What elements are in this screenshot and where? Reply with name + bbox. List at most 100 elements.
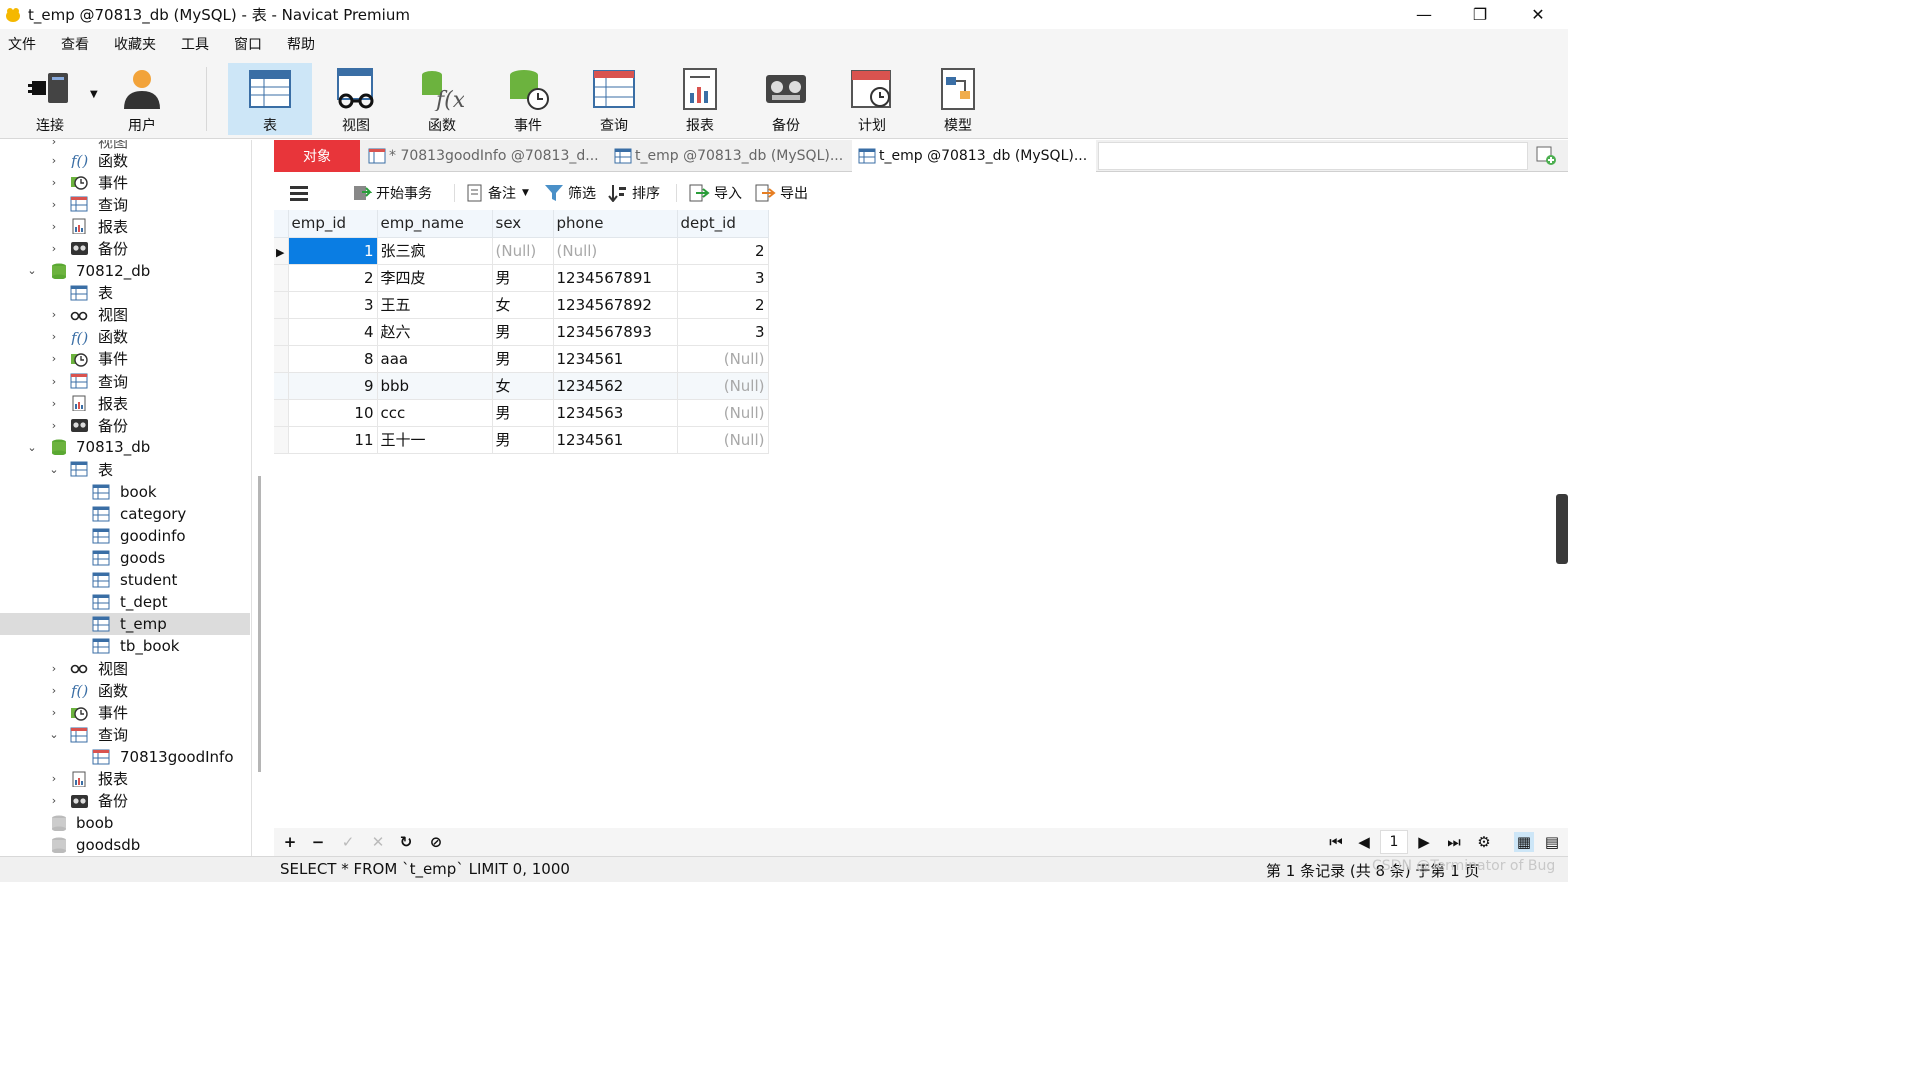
cell-emp-id[interactable]: 8 xyxy=(288,345,378,373)
table-row[interactable]: 10 ccc 男 1234563 (Null) xyxy=(274,399,769,427)
cell-emp-id[interactable]: 1 xyxy=(288,237,378,265)
tree-item--[interactable]: › 查询 xyxy=(0,193,250,215)
cell-sex[interactable]: 男 xyxy=(492,318,554,346)
chevron-right-icon[interactable]: › xyxy=(48,154,60,167)
import-button[interactable]: 导入 xyxy=(688,176,742,210)
column-header-phone[interactable]: phone xyxy=(553,210,678,238)
table-row[interactable]: ▶ 1 张三疯 (Null) (Null) 2 xyxy=(274,237,769,265)
chevron-right-icon[interactable]: › xyxy=(48,330,60,343)
function-button[interactable]: f(x) 函数 xyxy=(400,63,484,135)
grid-scrollbar-thumb[interactable] xyxy=(1556,494,1568,564)
tree-item--[interactable]: › f() 函数 xyxy=(0,326,250,348)
tree-scrollbar[interactable] xyxy=(258,476,261,772)
connect-button[interactable]: 连接 xyxy=(8,63,92,135)
cell-sex[interactable]: 女 xyxy=(492,372,554,400)
menu-window[interactable]: 窗口 xyxy=(226,34,279,54)
chevron-right-icon[interactable]: › xyxy=(48,772,60,785)
chevron-down-icon[interactable]: ⌄ xyxy=(48,728,60,741)
cell-dept-id[interactable]: 2 xyxy=(677,291,769,319)
backup-button[interactable]: 备份 xyxy=(744,63,828,135)
tree-item--[interactable]: › 备份 xyxy=(0,790,250,812)
cell-emp-id[interactable]: 9 xyxy=(288,372,378,400)
memo-dropdown-icon[interactable]: ▼ xyxy=(522,188,529,198)
tree-item-goods[interactable]: goods xyxy=(0,547,250,569)
chevron-right-icon[interactable]: › xyxy=(48,352,60,365)
tree-item-goodinfo[interactable]: goodinfo xyxy=(0,525,250,547)
column-header-emp-id[interactable]: emp_id xyxy=(288,210,378,238)
chevron-right-icon[interactable]: › xyxy=(48,397,60,410)
cell-phone[interactable]: 1234561 xyxy=(553,426,678,454)
cell-phone[interactable]: 1234562 xyxy=(553,372,678,400)
cell-phone[interactable]: 1234567892 xyxy=(553,291,678,319)
cell-emp-name[interactable]: bbb xyxy=(377,372,493,400)
cell-dept-id[interactable]: 2 xyxy=(677,237,769,265)
cell-emp-id[interactable]: 11 xyxy=(288,426,378,454)
cell-phone[interactable]: 1234567893 xyxy=(553,318,678,346)
cell-sex[interactable]: 男 xyxy=(492,264,554,292)
last-page-icon[interactable]: ⏭ xyxy=(1444,832,1464,852)
cell-emp-name[interactable]: ccc xyxy=(377,399,493,427)
chevron-right-icon[interactable]: › xyxy=(48,794,60,807)
tree-item-70813goodinfo[interactable]: 70813goodInfo xyxy=(0,746,250,768)
previous-page-icon[interactable]: ◀ xyxy=(1354,832,1374,852)
cell-emp-name[interactable]: 王五 xyxy=(377,291,493,319)
cell-emp-id[interactable]: 10 xyxy=(288,399,378,427)
cell-emp-id[interactable]: 3 xyxy=(288,291,378,319)
connect-dropdown-icon[interactable]: ▼ xyxy=(90,89,98,100)
refresh-icon[interactable]: ↻ xyxy=(396,832,416,852)
tree-item-70812-db[interactable]: ⌄ 70812_db xyxy=(0,260,250,282)
row-indicator[interactable] xyxy=(274,426,289,454)
tab-query-goodinfo[interactable]: * 70813goodInfo @70813_d... xyxy=(362,140,606,172)
add-record-icon[interactable]: + xyxy=(280,832,300,852)
report-button[interactable]: 报表 xyxy=(658,63,742,135)
query-button[interactable]: 查询 xyxy=(572,63,656,135)
tab-objects[interactable]: 对象 xyxy=(274,140,360,172)
table-row[interactable]: 9 bbb 女 1234562 (Null) xyxy=(274,372,769,400)
export-button[interactable]: 导出 xyxy=(754,176,808,210)
chevron-down-icon[interactable]: ⌄ xyxy=(26,441,38,454)
tree-item--[interactable]: › 查询 xyxy=(0,370,250,392)
discard-changes-icon[interactable]: ✕ xyxy=(368,832,388,852)
hamburger-menu-button[interactable] xyxy=(290,176,312,210)
tree-item--[interactable]: 表 xyxy=(0,282,250,304)
menu-tools[interactable]: 工具 xyxy=(173,34,226,54)
table-row[interactable]: 2 李四皮男 1234567891 3 xyxy=(274,264,769,292)
settings-gear-icon[interactable]: ⚙ xyxy=(1474,832,1494,852)
tree-item-book[interactable]: book xyxy=(0,481,250,503)
schedule-button[interactable]: 计划 xyxy=(830,63,914,135)
cell-emp-name[interactable]: 赵六 xyxy=(377,318,493,346)
restore-button[interactable]: ❐ xyxy=(1452,0,1508,29)
cell-dept-id[interactable]: (Null) xyxy=(677,426,769,454)
user-button[interactable]: 用户 xyxy=(100,63,184,135)
chevron-right-icon[interactable]: › xyxy=(48,198,60,211)
table-button[interactable]: 表 xyxy=(228,63,312,135)
tree-item-t-dept[interactable]: t_dept xyxy=(0,591,250,613)
menu-file[interactable]: 文件 xyxy=(0,34,53,54)
tree-item--[interactable]: › f() 函数 xyxy=(0,149,250,171)
cell-dept-id[interactable]: 3 xyxy=(677,318,769,346)
menu-help[interactable]: 帮助 xyxy=(279,34,332,54)
tab-t-emp-active[interactable]: t_emp @70813_db (MySQL)... xyxy=(852,140,1096,172)
new-tab-icon[interactable] xyxy=(1536,146,1558,166)
tree-item--[interactable]: › 报表 xyxy=(0,392,250,414)
cell-dept-id[interactable]: (Null) xyxy=(677,345,769,373)
chevron-right-icon[interactable]: › xyxy=(48,419,60,432)
row-indicator[interactable] xyxy=(274,399,289,427)
model-button[interactable]: 模型 xyxy=(916,63,1000,135)
form-view-icon[interactable]: ▤ xyxy=(1542,832,1562,852)
tree-item--[interactable]: ⌄ 查询 xyxy=(0,724,250,746)
minimize-button[interactable]: — xyxy=(1396,0,1452,29)
cell-emp-name[interactable]: 王十一 xyxy=(377,426,493,454)
tree-item--[interactable]: › 报表 xyxy=(0,215,250,237)
delete-record-icon[interactable]: − xyxy=(308,832,328,852)
first-page-icon[interactable]: ⏮ xyxy=(1326,832,1346,852)
chevron-right-icon[interactable]: › xyxy=(48,308,60,321)
cell-emp-name[interactable]: aaa xyxy=(377,345,493,373)
chevron-right-icon[interactable]: › xyxy=(48,375,60,388)
table-row[interactable]: 4 赵六男 1234567893 3 xyxy=(274,318,769,346)
cell-dept-id[interactable]: (Null) xyxy=(677,372,769,400)
close-button[interactable]: ✕ xyxy=(1510,0,1566,29)
chevron-right-icon[interactable]: › xyxy=(48,662,60,675)
memo-button[interactable]: 备注 ▼ xyxy=(466,176,529,210)
tree-item--[interactable]: › 视图 xyxy=(0,657,250,679)
